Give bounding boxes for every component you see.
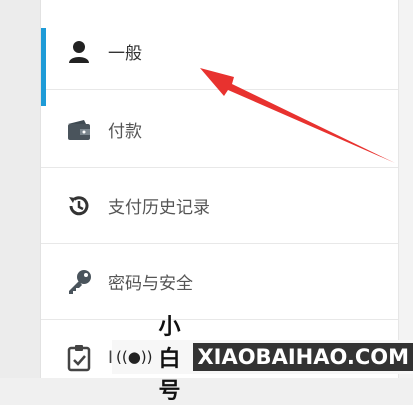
broadcast-icon: ((●)) — [116, 348, 153, 366]
annotation-arrow — [200, 68, 395, 163]
watermark-text-cn: 小白号 — [158, 315, 183, 404]
watermark-text-en: XIAOBAIHAO.COM — [193, 343, 413, 371]
watermark-banner: ((●)) 小白号 XIAOBAIHAO.COM — [112, 315, 413, 404]
